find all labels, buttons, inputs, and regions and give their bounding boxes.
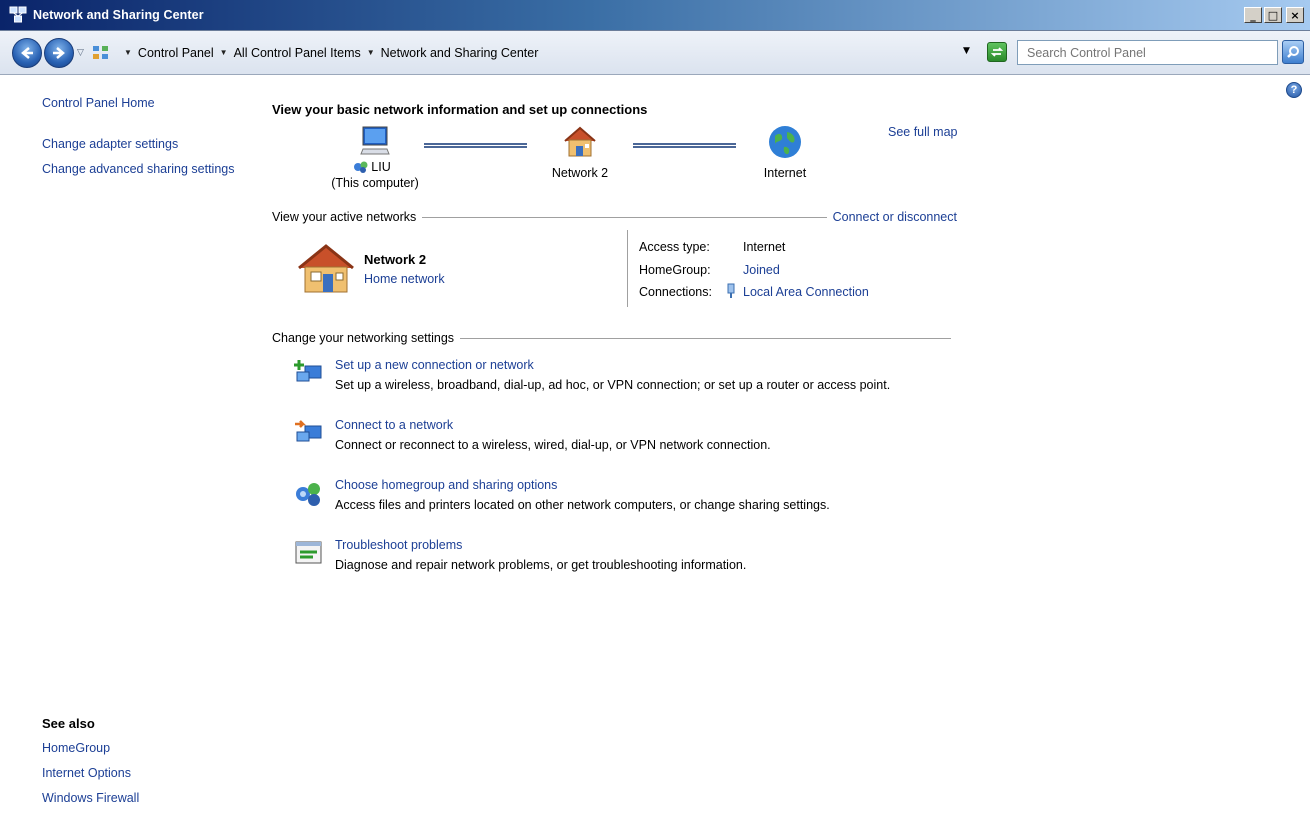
divider (627, 230, 628, 307)
local-area-connection-link[interactable]: Local Area Connection (743, 285, 869, 299)
sidebar-item-control-panel-home[interactable]: Control Panel Home (42, 96, 155, 110)
map-node-computer[interactable]: LIU (This computer) (330, 124, 420, 190)
address-bar: ▽ ▼ Control Panel ▼ All Control Panel It… (0, 31, 1310, 75)
map-link-line (633, 143, 736, 148)
active-networks-title: View your active networks (272, 210, 417, 224)
setup-connection-link[interactable]: Set up a new connection or network (335, 358, 534, 372)
homegroup-label: HomeGroup: (639, 263, 711, 277)
access-type-label: Access type: (639, 240, 710, 254)
troubleshoot-desc: Diagnose and repair network problems, or… (335, 558, 747, 572)
network-type-link[interactable]: Home network (364, 272, 445, 286)
help-icon[interactable]: ? (1286, 82, 1302, 98)
map-node-network[interactable]: Network 2 (530, 124, 630, 180)
active-network-name: Network 2 (364, 252, 427, 267)
address-dropdown-icon[interactable]: ▼ (963, 46, 970, 56)
search-icon (1287, 46, 1299, 58)
connections-label: Connections: (639, 285, 712, 299)
forward-button[interactable] (44, 37, 74, 68)
map-internet-label: Internet (763, 166, 807, 180)
access-type-value: Internet (743, 240, 786, 254)
back-button[interactable] (12, 37, 42, 68)
troubleshoot-link[interactable]: Troubleshoot problems (335, 538, 462, 552)
new-connection-icon (293, 358, 325, 388)
breadcrumb-network-center[interactable]: Network and Sharing Center (381, 46, 539, 60)
maximize-button[interactable]: □ (1264, 7, 1282, 23)
active-networks-header: View your active networks Connect or dis… (272, 209, 957, 225)
homegroup-sharing-link[interactable]: Choose homegroup and sharing options (335, 478, 557, 492)
network-center-icon (9, 6, 27, 24)
divider (422, 216, 827, 218)
sidebar-item-change-advanced-sharing[interactable]: Change advanced sharing settings (42, 162, 235, 176)
map-link-line (424, 143, 527, 148)
home-network-icon (530, 124, 630, 166)
chevron-down-icon[interactable]: ▼ (220, 48, 228, 57)
connect-network-icon (293, 418, 325, 448)
globe-icon (745, 124, 825, 166)
computer-name: LIU (371, 160, 391, 174)
content-area: ? Control Panel Home Change adapter sett… (0, 76, 1310, 828)
search-input[interactable] (1017, 40, 1278, 65)
homegroup-sharing-desc: Access files and printers located on oth… (335, 498, 830, 512)
homegroup-icon (354, 161, 368, 173)
breadcrumb-control-panel[interactable]: Control Panel (138, 46, 214, 60)
connect-or-disconnect-link[interactable]: Connect or disconnect (833, 210, 957, 224)
close-button[interactable]: × (1286, 7, 1304, 23)
see-also-windows-firewall[interactable]: Windows Firewall (42, 791, 139, 805)
networking-settings-header: Change your networking settings (272, 330, 957, 346)
chevron-down-icon[interactable]: ▼ (367, 48, 375, 57)
arrow-left-icon (21, 46, 33, 59)
homegroup-icon (293, 478, 325, 508)
setup-connection-desc: Set up a wireless, broadband, dial-up, a… (335, 378, 891, 392)
sidebar-item-change-adapter-settings[interactable]: Change adapter settings (42, 137, 178, 151)
ethernet-icon (725, 283, 737, 302)
breadcrumb-all-items[interactable]: All Control Panel Items (234, 46, 361, 60)
search-button[interactable] (1282, 40, 1304, 64)
window-title: Network and Sharing Center (33, 8, 204, 22)
title-bar: Network and Sharing Center _ □ × (0, 0, 1310, 31)
computer-subtitle: (This computer) (331, 176, 419, 190)
map-node-internet[interactable]: Internet (745, 124, 825, 180)
see-full-map-link[interactable]: See full map (888, 125, 957, 139)
refresh-icon (990, 47, 1004, 57)
connect-network-desc: Connect or reconnect to a wireless, wire… (335, 438, 771, 452)
arrow-right-icon (53, 46, 65, 59)
minimize-button[interactable]: _ (1244, 7, 1262, 23)
control-panel-icon (92, 44, 110, 62)
refresh-button[interactable] (987, 42, 1007, 62)
chevron-down-icon[interactable]: ▼ (124, 48, 132, 57)
page-title: View your basic network information and … (272, 102, 648, 117)
networking-settings-title: Change your networking settings (272, 331, 455, 345)
see-also-internet-options[interactable]: Internet Options (42, 766, 131, 780)
connect-network-link[interactable]: Connect to a network (335, 418, 453, 432)
history-dropdown-icon[interactable]: ▽ (77, 48, 87, 58)
map-network-name: Network 2 (551, 166, 609, 180)
troubleshoot-icon (293, 538, 325, 568)
homegroup-value-link[interactable]: Joined (743, 263, 780, 277)
see-also-homegroup[interactable]: HomeGroup (42, 741, 110, 755)
computer-icon (330, 124, 420, 160)
breadcrumb[interactable]: ▼ Control Panel ▼ All Control Panel Item… (90, 41, 980, 65)
see-also-heading: See also (42, 716, 95, 731)
home-network-icon (296, 242, 356, 296)
divider (460, 337, 951, 339)
